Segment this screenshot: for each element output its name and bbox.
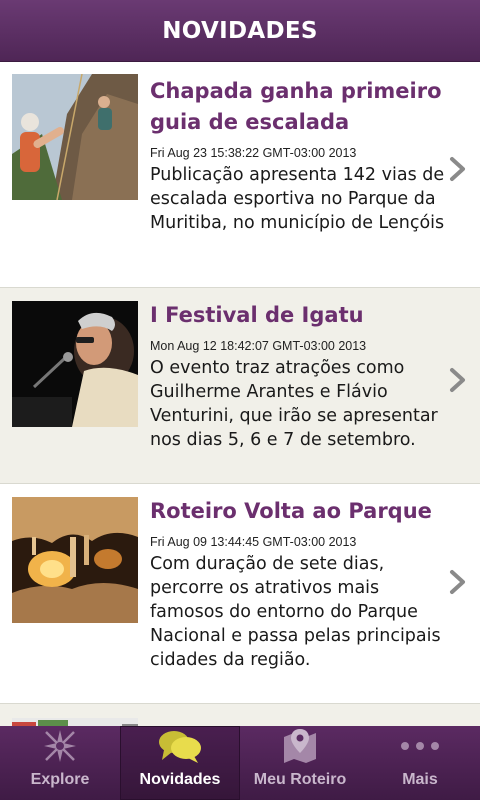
tab-meu-roteiro[interactable]: Meu Roteiro	[240, 726, 360, 800]
news-thumbnail-partial	[12, 718, 138, 726]
news-title[interactable]: Chapada ganha primeiro guia de escalada	[150, 76, 445, 138]
map-pin-icon	[282, 727, 318, 765]
tab-explore[interactable]: Explore	[0, 726, 120, 800]
tab-novidades[interactable]: Novidades	[120, 726, 240, 800]
tab-label: Explore	[30, 771, 90, 788]
news-description: Publicação apresenta 142 vias de escalad…	[150, 165, 445, 233]
news-thumbnail-climbing	[12, 74, 138, 200]
news-title[interactable]: I Festival de Igatu	[150, 300, 445, 331]
chat-bubbles-icon	[158, 727, 202, 765]
tab-label: Mais	[402, 771, 438, 788]
news-item[interactable]: Roteiro Volta ao Parque Fri Aug 09 13:44…	[0, 484, 480, 704]
news-item[interactable]: I Festival de Igatu Mon Aug 12 18:42:07 …	[0, 288, 480, 484]
app-header: NOVIDADES	[0, 0, 480, 62]
tab-mais[interactable]: Mais	[360, 726, 480, 800]
news-date: Fri Aug 09 13:44:45 GMT-03:00 2013	[150, 535, 357, 549]
page-title: NOVIDADES	[162, 17, 318, 44]
news-description: O evento traz atrações como Guilherme Ar…	[150, 358, 438, 450]
news-date: Mon Aug 12 18:42:07 GMT-03:00 2013	[150, 339, 367, 353]
news-description: Com duração de sete dias, percorre os at…	[150, 554, 441, 670]
news-item[interactable]	[0, 704, 480, 726]
chevron-right-icon[interactable]	[448, 156, 468, 182]
news-list[interactable]: Chapada ganha primeiro guia de escalada …	[0, 62, 480, 726]
news-thumbnail-cave	[12, 497, 138, 623]
bottom-tab-bar: Explore Novidades Meu Roteiro Mais	[0, 726, 480, 800]
news-thumbnail-singer	[12, 301, 138, 427]
tab-label: Novidades	[139, 771, 221, 788]
compass-icon	[42, 727, 78, 765]
more-dots-icon	[400, 727, 440, 765]
news-item[interactable]: Chapada ganha primeiro guia de escalada …	[0, 62, 480, 288]
news-date: Fri Aug 23 15:38:22 GMT-03:00 2013	[150, 146, 357, 160]
tab-label: Meu Roteiro	[253, 771, 347, 788]
chevron-right-icon[interactable]	[448, 367, 468, 393]
chevron-right-icon[interactable]	[448, 569, 468, 595]
news-title[interactable]: Roteiro Volta ao Parque	[150, 496, 445, 527]
